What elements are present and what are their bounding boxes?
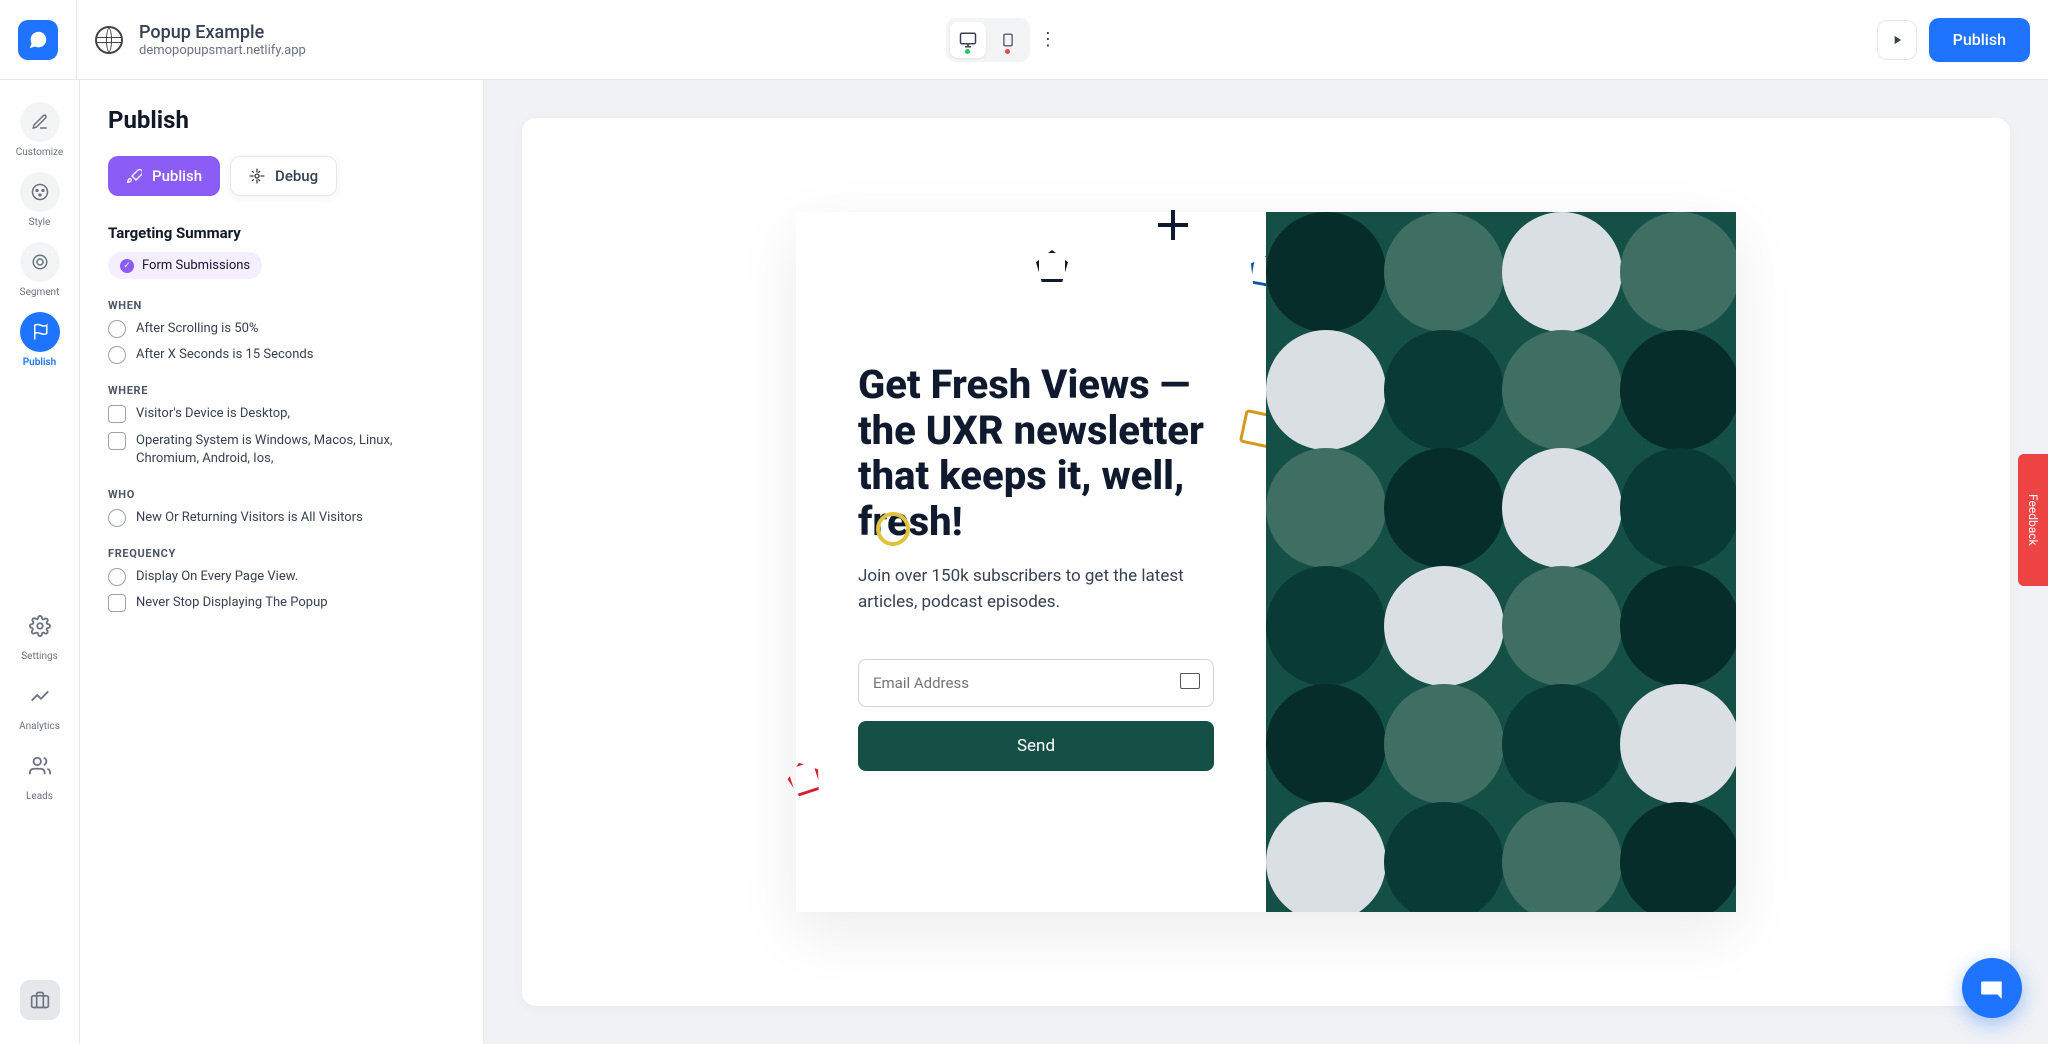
globe-icon [95,26,123,54]
mail-icon [1180,673,1200,689]
users-icon [20,746,60,786]
section-who-heading: WHO [108,488,455,501]
rule-text: After X Seconds is 15 Seconds [136,346,313,364]
nav-rail: Customize Style Segment Publish Setting [0,80,80,1044]
rule: Visitor's Device is Desktop, [108,405,455,423]
rail-label: Customize [16,147,63,158]
brand-logo[interactable] [18,20,58,60]
project-info: Popup Example demopopupsmart.netlify.app [77,22,306,58]
rule: Display On Every Page View. [108,568,455,586]
gear-icon [20,606,60,646]
pencil-icon [20,102,60,142]
user-icon [108,509,126,527]
send-button[interactable]: Send [858,721,1214,771]
rail-label: Segment [20,287,60,298]
chat-fab[interactable] [1962,958,2022,1018]
tab-debug[interactable]: Debug [230,156,337,196]
monitor-icon [958,31,978,49]
phone-icon [1001,30,1015,50]
preview-stage: × Get Fresh Views — the UXR newsletter t… [522,118,2010,1006]
bug-icon [249,168,265,184]
sidebar-header: Publish [108,106,455,134]
popup-heading: Get Fresh Views — the UXR newsletter tha… [858,362,1214,544]
rail-item-settings[interactable]: Settings [12,606,68,662]
sidebar-tabs: Publish Debug [108,156,455,196]
rule: After Scrolling is 50% [108,320,455,338]
feedback-tab[interactable]: Feedback [2018,454,2048,586]
rail-item-analytics[interactable]: Analytics [12,676,68,732]
publish-sidebar: Publish Publish Debug Targeting Summary … [80,80,484,1044]
timer-icon [108,346,126,364]
popup-decor-panel [1266,212,1736,912]
rule-text: Never Stop Displaying The Popup [136,594,328,612]
project-domain: demopopupsmart.netlify.app [139,43,306,58]
status-dot-on [965,49,970,54]
infinity-icon [108,594,126,612]
popup-body: Join over 150k subscribers to get the la… [858,564,1214,615]
device-icon [108,405,126,423]
section-frequency-heading: FREQUENCY [108,547,455,560]
rule: Operating System is Windows, Macos, Linu… [108,432,455,468]
rule-text: Visitor's Device is Desktop, [136,405,290,423]
targeting-summary-heading: Targeting Summary [108,224,455,242]
rail-label: Style [29,217,51,228]
status-dot-off [1005,49,1010,54]
chat-icon [1979,975,2005,1001]
repeat-icon [108,568,126,586]
chat-bubble-icon [27,29,49,51]
rail-label: Publish [23,357,57,368]
rule-text: New Or Returning Visitors is All Visitor… [136,509,363,527]
device-desktop-button[interactable] [950,22,986,58]
publish-button-top[interactable]: Publish [1929,18,2030,62]
preview-play-button[interactable] [1877,20,1917,60]
rail-item-customize[interactable]: Customize [12,102,68,158]
popup-content: Get Fresh Views — the UXR newsletter tha… [796,212,1266,912]
rule: After X Seconds is 15 Seconds [108,346,455,364]
rail-item-leads[interactable]: Leads [12,746,68,802]
target-icon [20,242,60,282]
rule-text: Operating System is Windows, Macos, Linu… [136,432,455,468]
decor-ring [876,512,910,546]
briefcase-icon [20,980,60,1020]
check-icon: ✓ [120,259,134,273]
rail-item-toolbox[interactable] [12,980,68,1020]
email-input[interactable] [858,659,1214,707]
tab-publish[interactable]: Publish [108,156,220,196]
popup-preview: × Get Fresh Views — the UXR newsletter t… [796,212,1736,912]
rail-label: Settings [21,651,58,662]
device-mobile-button[interactable] [990,22,1026,58]
rule: New Or Returning Visitors is All Visitor… [108,509,455,527]
rule-text: Display On Every Page View. [136,568,298,586]
rule: Never Stop Displaying The Popup [108,594,455,612]
top-bar: Popup Example demopopupsmart.netlify.app… [0,0,2048,80]
rail-item-publish[interactable]: Publish [12,312,68,368]
project-title: Popup Example [139,22,306,43]
decor-pentagon [1036,250,1068,282]
rocket-icon [126,168,142,184]
palette-icon [20,172,60,212]
chip-label: Form Submissions [142,258,250,273]
section-when-heading: WHEN [108,299,455,312]
play-icon [1890,33,1904,47]
section-where-heading: WHERE [108,384,455,397]
scroll-icon [108,320,126,338]
device-preview-toggle [946,18,1030,62]
os-icon [108,432,126,450]
chart-icon [20,676,60,716]
rail-label: Analytics [19,721,60,732]
decor-cross [1158,210,1188,240]
rail-item-segment[interactable]: Segment [12,242,68,298]
decor-pentagon-red [784,758,824,798]
more-menu-button[interactable]: ⋮ [1030,22,1066,58]
rule-text: After Scrolling is 50% [136,320,258,338]
rail-item-style[interactable]: Style [12,172,68,228]
preview-canvas: × Get Fresh Views — the UXR newsletter t… [484,80,2048,1044]
tab-label: Publish [152,167,202,185]
chip-form-submissions[interactable]: ✓ Form Submissions [108,252,262,279]
rocket-icon [20,312,60,352]
rail-label: Leads [26,791,53,802]
tab-label: Debug [275,167,318,185]
